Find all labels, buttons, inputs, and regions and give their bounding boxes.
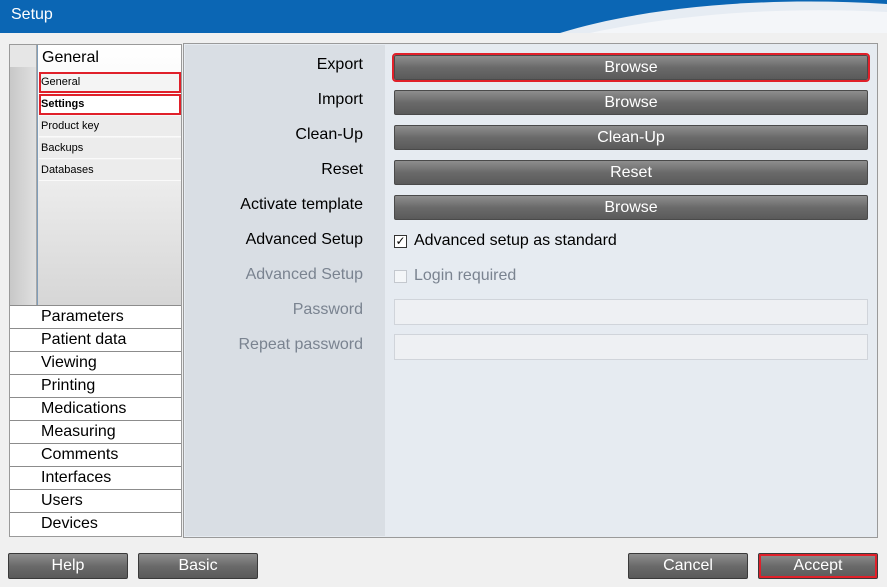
title-bar: Setup <box>0 0 887 33</box>
password-field[interactable] <box>394 299 868 325</box>
nav-sub-databases[interactable]: Databases <box>39 160 181 181</box>
activate-template-label: Activate template <box>240 196 363 213</box>
basic-button[interactable]: Basic <box>138 553 258 579</box>
label-column <box>185 45 385 536</box>
settings-panel: Export Browse Import Browse Clean-Up Cle… <box>183 43 878 538</box>
nav-sub-general[interactable]: General <box>39 72 181 93</box>
advanced-setup-label: Advanced Setup <box>245 231 363 248</box>
export-browse-button[interactable]: Browse <box>392 53 870 82</box>
nav-rail <box>10 67 37 305</box>
password-label: Password <box>292 301 363 318</box>
nav-item-devices[interactable]: Devices <box>10 512 181 535</box>
repeat-password-field[interactable] <box>394 334 868 360</box>
cleanup-label: Clean-Up <box>295 126 363 143</box>
nav-item-printing[interactable]: Printing <box>10 374 181 397</box>
activate-template-browse-button[interactable]: Browse <box>394 195 868 220</box>
repeat-password-label: Repeat password <box>238 336 363 353</box>
reset-label: Reset <box>321 161 363 178</box>
login-section-label: Advanced Setup <box>245 266 363 283</box>
nav-item-patient-data[interactable]: Patient data <box>10 328 181 351</box>
nav-sub-product-key[interactable]: Product key <box>39 116 181 137</box>
nav-item-users[interactable]: Users <box>10 489 181 512</box>
nav-item-viewing[interactable]: Viewing <box>10 351 181 374</box>
nav-group-tab[interactable] <box>10 45 37 68</box>
nav-item-interfaces[interactable]: Interfaces <box>10 466 181 489</box>
window-title: Setup <box>11 6 53 23</box>
export-label: Export <box>316 56 363 73</box>
nav-item-parameters[interactable]: Parameters <box>10 305 181 328</box>
login-required-label: Login required <box>414 267 517 284</box>
accept-button[interactable]: Accept <box>758 553 878 579</box>
import-browse-button[interactable]: Browse <box>394 90 868 115</box>
nav-sub-settings[interactable]: Settings <box>39 94 181 115</box>
category-nav: General General Settings Product key Bac… <box>9 44 182 537</box>
advanced-setup-checkbox[interactable]: ✓ <box>394 234 407 248</box>
login-required-row[interactable]: Login required <box>394 266 516 286</box>
help-button[interactable]: Help <box>8 553 128 579</box>
nav-item-comments[interactable]: Comments <box>10 443 181 466</box>
import-label: Import <box>317 91 363 108</box>
advanced-setup-row[interactable]: ✓ Advanced setup as standard <box>394 231 617 251</box>
nav-sub-backups[interactable]: Backups <box>39 138 181 159</box>
nav-group-general: General General Settings Product key Bac… <box>37 45 181 305</box>
cleanup-button[interactable]: Clean-Up <box>394 125 868 150</box>
login-required-checkbox[interactable] <box>394 269 407 283</box>
nav-item-medications[interactable]: Medications <box>10 397 181 420</box>
nav-group-title[interactable]: General <box>42 49 99 67</box>
advanced-setup-checkbox-label: Advanced setup as standard <box>414 232 617 249</box>
nav-item-measuring[interactable]: Measuring <box>10 420 181 443</box>
reset-button[interactable]: Reset <box>394 160 868 185</box>
title-bar-swoosh <box>560 1 887 33</box>
cancel-button[interactable]: Cancel <box>628 553 748 579</box>
